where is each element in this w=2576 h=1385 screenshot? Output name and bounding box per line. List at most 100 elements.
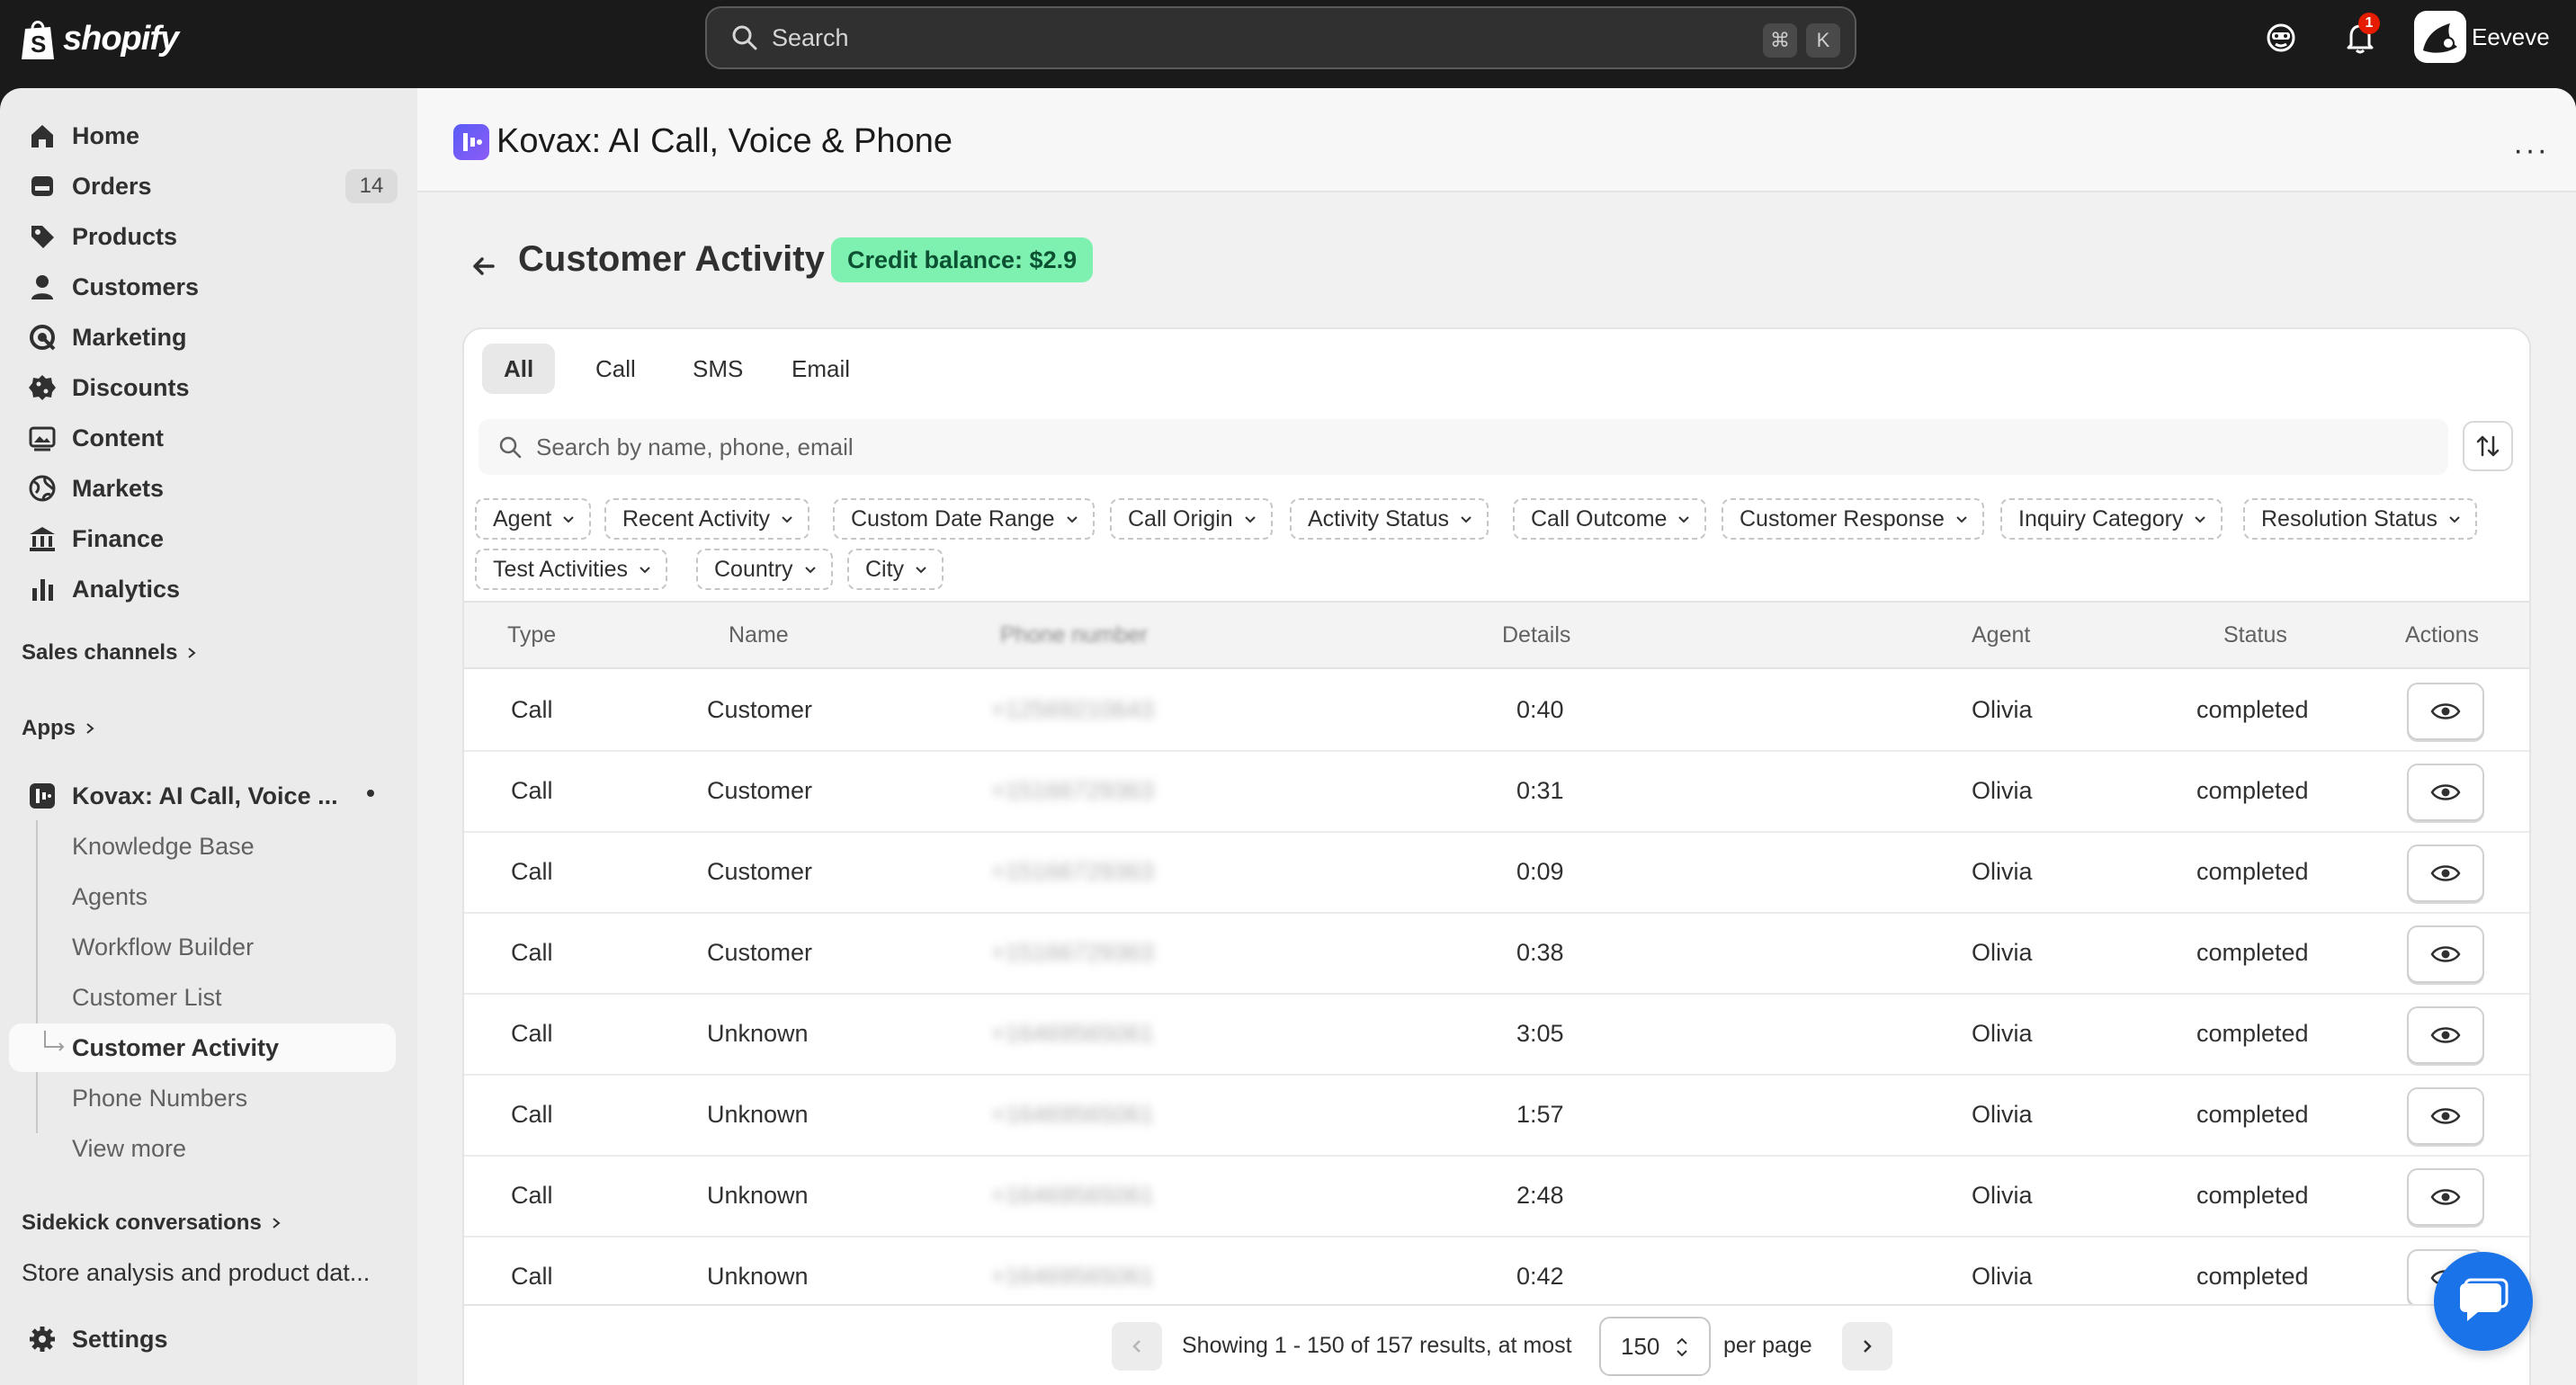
cell-status: completed [2196, 858, 2309, 885]
filter-agent[interactable]: Agent [475, 498, 592, 540]
column-header-agent: Agent [1972, 622, 2031, 648]
sidebar-item-markets[interactable]: Markets [9, 464, 396, 513]
chat-support-button[interactable] [2434, 1252, 2533, 1351]
filter-label: Call Origin [1128, 505, 1233, 532]
tab-email[interactable]: Email [770, 344, 872, 394]
filter-label: Test Activities [493, 556, 629, 582]
filter-resolution-status[interactable]: Resolution Status [2243, 498, 2477, 540]
cell-agent: Olivia [1972, 858, 2033, 885]
tab-call[interactable]: Call [574, 344, 657, 394]
sidebar-item-discounts[interactable]: Discounts [9, 363, 396, 412]
sidebar-subitem-label: Customer List [72, 983, 222, 1011]
filter-call-outcome[interactable]: Call Outcome [1513, 498, 1707, 540]
sidebar-item-label: Content [72, 424, 164, 451]
sales-channels-label: Sales channels [22, 640, 178, 665]
cell-agent: Olivia [1972, 1263, 2033, 1290]
filter-call-origin[interactable]: Call Origin [1110, 498, 1273, 540]
sidebar-subitem-customer-activity[interactable]: Customer Activity [9, 1023, 396, 1072]
tab-all[interactable]: All [482, 344, 556, 394]
sidebar-item-customers[interactable]: Customers [9, 263, 396, 311]
cell-phone: +16469565061 [991, 1182, 1154, 1209]
filter-label: City [865, 556, 905, 582]
cell-status: completed [2196, 1101, 2309, 1128]
sidebar-item-label: Analytics [72, 575, 181, 603]
cell-agent: Olivia [1972, 1101, 2033, 1128]
avatar[interactable] [2414, 11, 2466, 63]
more-actions-button[interactable]: ··· [2513, 133, 2549, 168]
filter-city[interactable]: City [847, 549, 944, 590]
sidebar-item-marketing[interactable]: Marketing [9, 313, 396, 362]
sales-channels-link[interactable]: Sales channels [22, 640, 199, 666]
filter-label: Activity Status [1308, 505, 1449, 532]
sidebar-subitem-customer-list[interactable]: Customer List [9, 973, 396, 1022]
table-row: Call Unknown +16469565061 1:57 Olivia complet… [464, 1076, 2529, 1157]
sidekick-icon[interactable] [2261, 18, 2301, 58]
sidebar-item-content[interactable]: Content [9, 414, 396, 462]
sidebar-item-label: Discounts [72, 373, 190, 401]
apps-link[interactable]: Apps [22, 716, 97, 741]
chevron-down-icon [1461, 516, 1471, 523]
sidebar-item-kovax-app[interactable]: Kovax: AI Call, Voice ... [9, 772, 396, 820]
sidebar-item-label: Settings [72, 1325, 168, 1353]
sidebar-item-finance[interactable]: Finance [9, 514, 396, 563]
chevron-left-icon [1132, 1340, 1140, 1353]
filter-customer-response[interactable]: Customer Response [1722, 498, 1984, 540]
sidebar-subitem-phone-numbers[interactable]: Phone Numbers [9, 1074, 396, 1122]
sidebar-item-label: Kovax: AI Call, Voice ... [72, 782, 338, 809]
sidebar-subitem-label: Phone Numbers [72, 1084, 248, 1112]
user-name[interactable]: Eeveve [2472, 23, 2550, 51]
chevron-right-icon [188, 648, 196, 658]
sidebar-item-label: Finance [72, 524, 165, 552]
sidekick-conversation-item[interactable]: Store analysis and product dat... [22, 1259, 370, 1287]
view-activity-button[interactable] [2407, 844, 2484, 902]
prev-page-button[interactable] [1112, 1322, 1162, 1371]
sort-button[interactable] [2463, 421, 2513, 471]
filter-country[interactable]: Country [696, 549, 833, 590]
view-activity-button[interactable] [2407, 1087, 2484, 1145]
search-icon [732, 25, 757, 50]
per-page-select[interactable]: 150 [1599, 1317, 1711, 1376]
filter-custom-date-range[interactable]: Custom Date Range [833, 498, 1095, 540]
sidebar-item-products[interactable]: Products [9, 212, 396, 261]
tab-sms[interactable]: SMS [671, 344, 765, 394]
activity-search-input[interactable]: Search by name, phone, email [479, 419, 2448, 475]
table-row: Call Customer +15166729363 0:09 Olivia comple… [464, 833, 2529, 914]
sidekick-conversations-link[interactable]: Sidekick conversations [22, 1211, 283, 1236]
select-arrows-icon [1677, 1337, 1687, 1357]
sidebar-subitem-workflow-builder[interactable]: Workflow Builder [9, 923, 396, 971]
sidebar-item-home[interactable]: Home [9, 112, 396, 160]
kovax-logo-icon [453, 124, 489, 160]
filter-label: Agent [493, 505, 552, 532]
view-activity-button[interactable] [2407, 1168, 2484, 1226]
back-arrow-icon[interactable] [466, 248, 502, 284]
sidebar-item-orders[interactable]: Orders 14 [9, 162, 398, 210]
main-content: Kovax: AI Call, Voice & Phone ··· Custom… [417, 88, 2576, 1385]
next-page-button[interactable] [1842, 1322, 1892, 1371]
filter-activity-status[interactable]: Activity Status [1290, 498, 1489, 540]
sidebar-item-analytics[interactable]: Analytics [9, 565, 396, 613]
shopify-logo[interactable]: S shopify [20, 16, 179, 61]
view-activity-button[interactable] [2407, 1006, 2484, 1064]
table-row: Call Customer +12569210643 0:40 Olivia comple… [464, 671, 2529, 752]
cell-status: completed [2196, 939, 2309, 966]
cell-details: 0:09 [1516, 858, 1564, 885]
sidebar-item-settings[interactable]: Settings [9, 1315, 396, 1363]
top-bar: S shopify Search ⌘ K 1 Eeveve [0, 0, 2576, 88]
sidebar-item-label: Orders [72, 172, 152, 200]
view-activity-button[interactable] [2407, 925, 2484, 983]
sort-arrows-icon [2476, 435, 2500, 457]
sidebar-subitem-agents[interactable]: Agents [9, 872, 396, 921]
view-activity-button[interactable] [2407, 764, 2484, 821]
view-activity-button[interactable] [2407, 683, 2484, 740]
svg-text:S: S [31, 31, 46, 58]
column-header-type: Type [507, 622, 557, 648]
sidebar-item-label: Customers [72, 273, 200, 300]
kbd-k: K [1806, 23, 1840, 58]
credit-balance-badge: Credit balance: $2.9 [831, 237, 1094, 282]
filter-recent-activity[interactable]: Recent Activity [604, 498, 809, 540]
filter-inquiry-category[interactable]: Inquiry Category [2000, 498, 2223, 540]
sidebar-subitem-view-more[interactable]: View more [9, 1124, 396, 1173]
sidebar-subitem-knowledge-base[interactable]: Knowledge Base [9, 822, 396, 871]
filter-test-activities[interactable]: Test Activities [475, 549, 668, 590]
global-search[interactable]: Search ⌘ K [705, 6, 1856, 69]
